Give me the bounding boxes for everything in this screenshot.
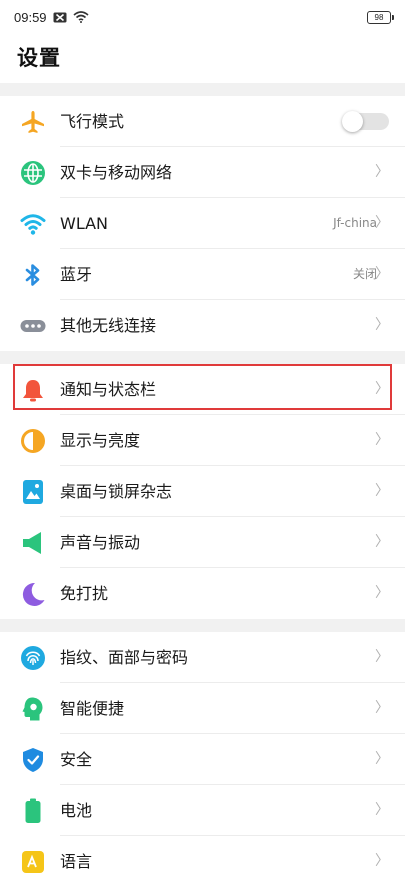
chevron-right-icon: 〉 — [375, 317, 389, 333]
section-gap — [0, 351, 405, 364]
settings-item-dual-sim[interactable]: 双卡与移动网络 〉 — [0, 147, 405, 198]
battery-indicator: 98 — [367, 10, 394, 24]
status-bar: 09:59 98 — [0, 0, 405, 34]
chevron-right-icon: 〉 — [375, 215, 389, 231]
fingerprint-icon — [20, 645, 46, 671]
status-time: 09:59 — [14, 9, 47, 25]
chevron-right-icon: 〉 — [375, 585, 389, 601]
settings-item-label: 免打扰 — [60, 584, 109, 603]
speaker-icon — [20, 530, 46, 556]
chevron-right-icon: 〉 — [375, 802, 389, 818]
settings-item-notifications-status-bar[interactable]: 通知与状态栏 〉 — [0, 364, 405, 415]
settings-item-label: 其他无线连接 — [60, 316, 157, 335]
section-gap — [0, 619, 405, 632]
chevron-right-icon: 〉 — [375, 649, 389, 665]
settings-item-label: 双卡与移动网络 — [60, 163, 173, 182]
chevron-right-icon: 〉 — [375, 853, 389, 869]
message-notification-icon — [53, 12, 67, 23]
chevron-right-icon: 〉 — [375, 164, 389, 180]
bluetooth-status-value: 关闭 — [352, 267, 377, 281]
settings-item-security[interactable]: 安全 〉 — [0, 734, 405, 785]
settings-item-fingerprint-face-password[interactable]: 指纹、面部与密码 〉 — [0, 632, 405, 683]
toggle-knob — [342, 111, 363, 132]
chevron-right-icon: 〉 — [375, 432, 389, 448]
settings-item-label: 安全 — [60, 750, 93, 769]
settings-item-label: 语言 — [60, 852, 93, 871]
smart-head-icon — [20, 696, 46, 722]
settings-group-security: 指纹、面部与密码 〉 智能便捷 〉 安全 〉 电池 〉 语言 〉 — [0, 632, 405, 887]
settings-group-display: 通知与状态栏 〉 显示与亮度 〉 桌面与锁屏杂志 〉 声音与振动 〉 免打扰 〉 — [0, 364, 405, 619]
settings-item-display-brightness[interactable]: 显示与亮度 〉 — [0, 415, 405, 466]
wifi-signal-icon — [73, 11, 89, 23]
moon-icon — [20, 581, 46, 607]
chevron-right-icon: 〉 — [375, 751, 389, 767]
wifi-icon — [20, 211, 46, 237]
chevron-right-icon: 〉 — [375, 534, 389, 550]
settings-item-other-wireless[interactable]: 其他无线连接 〉 — [0, 300, 405, 351]
settings-item-label: 通知与状态栏 — [60, 380, 157, 399]
settings-item-label: 蓝牙 — [60, 265, 93, 284]
bluetooth-icon — [20, 262, 46, 288]
settings-item-wlan[interactable]: WLAN Jf-china 〉 — [0, 198, 405, 249]
language-icon — [20, 849, 46, 875]
airplane-icon — [20, 109, 46, 135]
wlan-network-value: Jf-china — [333, 216, 377, 230]
chevron-right-icon: 〉 — [375, 381, 389, 397]
settings-item-do-not-disturb[interactable]: 免打扰 〉 — [0, 568, 405, 619]
section-gap — [0, 83, 405, 96]
page-title: 设置 — [17, 46, 61, 70]
settings-item-bluetooth[interactable]: 蓝牙 关闭 〉 — [0, 249, 405, 300]
settings-item-label: 指纹、面部与密码 — [60, 648, 189, 667]
bell-icon — [20, 377, 46, 403]
shield-icon — [20, 747, 46, 773]
settings-item-label: 桌面与锁屏杂志 — [60, 482, 173, 501]
chevron-right-icon: 〉 — [375, 700, 389, 716]
settings-item-battery[interactable]: 电池 〉 — [0, 785, 405, 836]
battery-icon — [20, 798, 46, 824]
settings-item-label: 声音与振动 — [60, 533, 141, 552]
settings-item-smart-convenience[interactable]: 智能便捷 〉 — [0, 683, 405, 734]
more-connections-icon — [20, 313, 46, 339]
settings-item-label: 显示与亮度 — [60, 431, 141, 450]
settings-item-label: WLAN — [60, 214, 109, 233]
airplane-mode-toggle[interactable] — [342, 111, 389, 132]
globe-icon — [20, 160, 46, 186]
chevron-right-icon: 〉 — [375, 483, 389, 499]
settings-item-sound-vibration[interactable]: 声音与振动 〉 — [0, 517, 405, 568]
settings-item-home-lock-magazine[interactable]: 桌面与锁屏杂志 〉 — [0, 466, 405, 517]
settings-item-label: 智能便捷 — [60, 699, 125, 718]
settings-item-language[interactable]: 语言 〉 — [0, 836, 405, 887]
wallpaper-icon — [20, 479, 46, 505]
brightness-icon — [20, 428, 46, 454]
settings-item-airplane-mode[interactable]: 飞行模式 — [0, 96, 405, 147]
chevron-right-icon: 〉 — [375, 266, 389, 282]
settings-item-label: 飞行模式 — [60, 112, 125, 131]
settings-item-label: 电池 — [60, 801, 93, 820]
settings-group-connectivity: 飞行模式 双卡与移动网络 〉 WLAN Jf-china 〉 蓝牙 关闭 〉 其… — [0, 96, 405, 351]
